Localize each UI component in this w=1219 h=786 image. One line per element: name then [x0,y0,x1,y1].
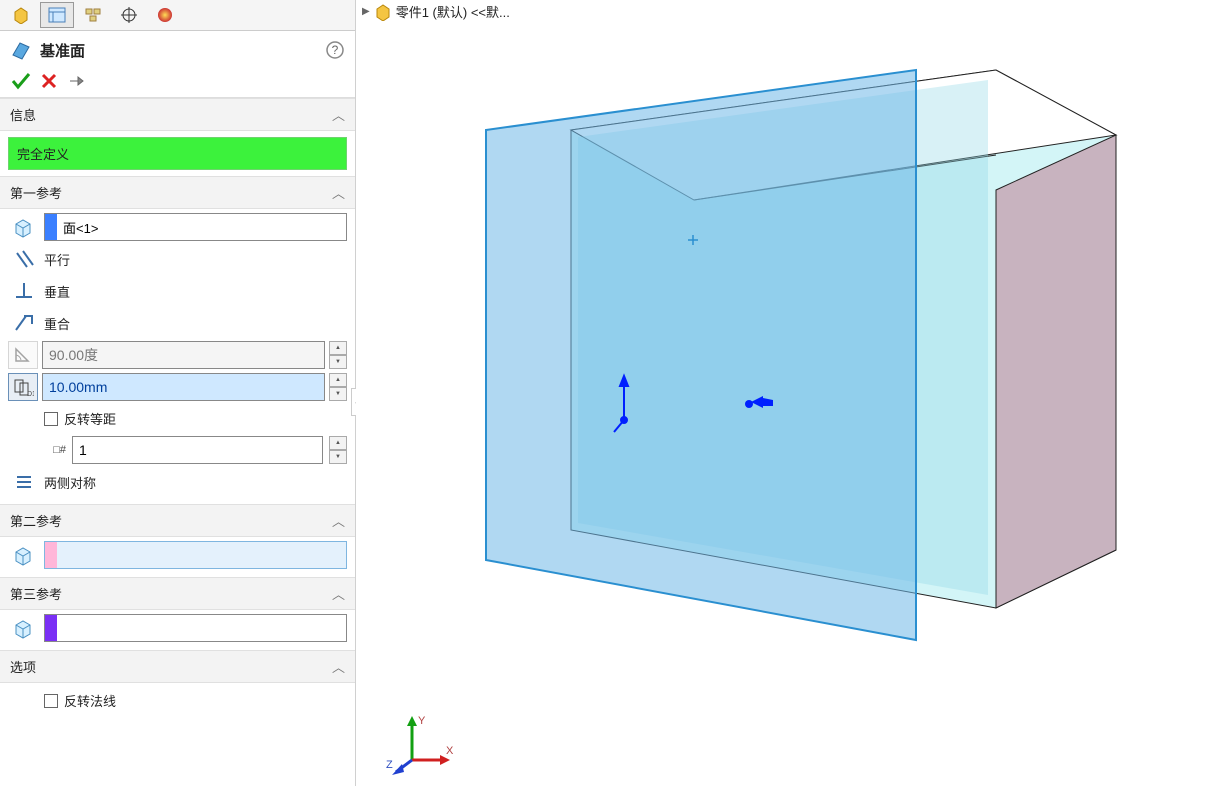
triad-x-label: X [446,745,454,757]
section-body-options: 反转法线 [0,683,355,722]
pin-icon[interactable] [66,72,86,90]
chevron-up-icon: ︿ [332,584,345,603]
ref1-reverse-offset-label: 反转等距 [64,409,116,428]
ref1-swatch [45,214,57,240]
section-title-ref2: 第二参考 [10,511,62,530]
ref1-parallel-option[interactable]: 平行 [8,245,347,273]
section-title-ref3: 第三参考 [10,584,62,603]
ref1-count-spinner[interactable]: ▲▼ [329,436,347,464]
section-body-ref1: 平行 垂直 重合 ▲▼ D1 ▲▼ 反转等距 [0,209,355,504]
feature-title: 基准面 [40,40,85,61]
face-cube-icon [12,544,34,566]
angle-icon [12,345,34,365]
face-cube-icon [12,617,34,639]
triad-y-label: Y [418,715,426,727]
ref1-angle-icon-btn[interactable] [8,341,38,369]
reverse-normal-label: 反转法线 [64,691,116,710]
ref1-count-input[interactable] [72,436,323,464]
ref1-symmetric-option[interactable]: 两侧对称 [8,468,347,496]
ref2-swatch [45,542,57,568]
scene-3d [356,0,1219,786]
symmetric-icon [13,472,35,492]
svg-text:D1: D1 [27,391,34,397]
cancel-icon[interactable] [40,72,58,90]
help-icon[interactable]: ? [325,40,345,60]
tab-property-manager[interactable] [40,2,74,28]
ref1-reverse-offset-checkbox[interactable] [44,412,58,426]
section-title-options: 选项 [10,657,36,676]
section-title-info: 信息 [10,105,36,124]
plane-icon [10,39,32,61]
cube-gold-icon [11,6,31,24]
triad-z-label: Z [386,759,393,771]
chevron-up-icon: ︿ [332,183,345,202]
svg-text:?: ? [332,43,339,57]
feature-header: 基准面 ? [0,31,355,67]
chevron-up-icon: ︿ [332,511,345,530]
ref2-selection-box[interactable] [44,541,347,569]
appearance-sphere-icon [155,6,175,24]
section-head-options[interactable]: 选项 ︿ [0,650,355,683]
ref1-perpendicular-label: 垂直 [44,282,70,301]
ref3-swatch [45,615,57,641]
ref1-parallel-label: 平行 [44,250,70,269]
ref1-distance-input[interactable] [42,373,325,401]
ref1-entity-icon[interactable] [8,213,38,241]
ref1-angle-spinner[interactable]: ▲▼ [329,341,347,369]
ref1-coincident-option[interactable]: 重合 [8,309,347,337]
chevron-up-icon: ︿ [332,105,345,124]
tab-display[interactable] [148,2,182,28]
ref1-reverse-offset-row[interactable]: 反转等距 [8,405,347,432]
ref3-entity-icon[interactable] [8,614,38,642]
config-icon [83,6,103,24]
ref1-coincident-label: 重合 [44,314,70,333]
section-head-ref1[interactable]: 第一参考 ︿ [0,176,355,209]
ref1-selection-box[interactable] [44,213,347,241]
property-panel-icon [47,6,67,24]
graphics-viewport[interactable]: ▶ 零件1 (默认) <<默... [356,0,1219,786]
ok-icon[interactable] [10,71,32,91]
chevron-up-icon: ︿ [332,657,345,676]
section-head-ref3[interactable]: 第三参考 ︿ [0,577,355,610]
reverse-normal-row[interactable]: 反转法线 [8,687,347,714]
ref3-selection-box[interactable] [44,614,347,642]
section-head-info[interactable]: 信息 ︿ [0,98,355,131]
ref1-distance-icon-btn[interactable]: D1 [8,373,38,401]
count-icon: □# [44,444,66,456]
ref1-symmetric-label: 两侧对称 [44,473,96,492]
face-cube-icon [12,216,34,238]
ref2-entity-icon[interactable] [8,541,38,569]
coincident-icon [13,313,35,333]
ref3-selection-input[interactable] [57,621,346,636]
ref2-selection-input[interactable] [57,548,346,563]
status-fully-defined: 完全定义 [8,137,347,170]
offset-distance-icon: D1 [12,377,34,397]
view-triad[interactable]: Y X Z [384,708,454,778]
tab-configuration[interactable] [76,2,110,28]
section-body-ref3 [0,610,355,650]
reverse-normal-checkbox[interactable] [44,694,58,708]
section-head-ref2[interactable]: 第二参考 ︿ [0,504,355,537]
crosshair-icon [119,6,139,24]
tab-dimxpert[interactable] [112,2,146,28]
action-bar [0,67,355,98]
ref1-distance-spinner[interactable]: ▲▼ [329,373,347,401]
section-body-ref2 [0,537,355,577]
tab-feature-tree[interactable] [4,2,38,28]
property-manager-panel: 基准面 ? 信息 ︿ 完全定义 第一参考 ︿ 平行 [0,0,356,786]
perpendicular-icon [13,281,35,301]
ref1-angle-input[interactable] [42,341,325,369]
parallel-icon [13,249,35,269]
ref1-perpendicular-option[interactable]: 垂直 [8,277,347,305]
panel-tab-strip [0,0,355,31]
ref1-selection-input[interactable] [57,220,346,235]
section-title-ref1: 第一参考 [10,183,62,202]
